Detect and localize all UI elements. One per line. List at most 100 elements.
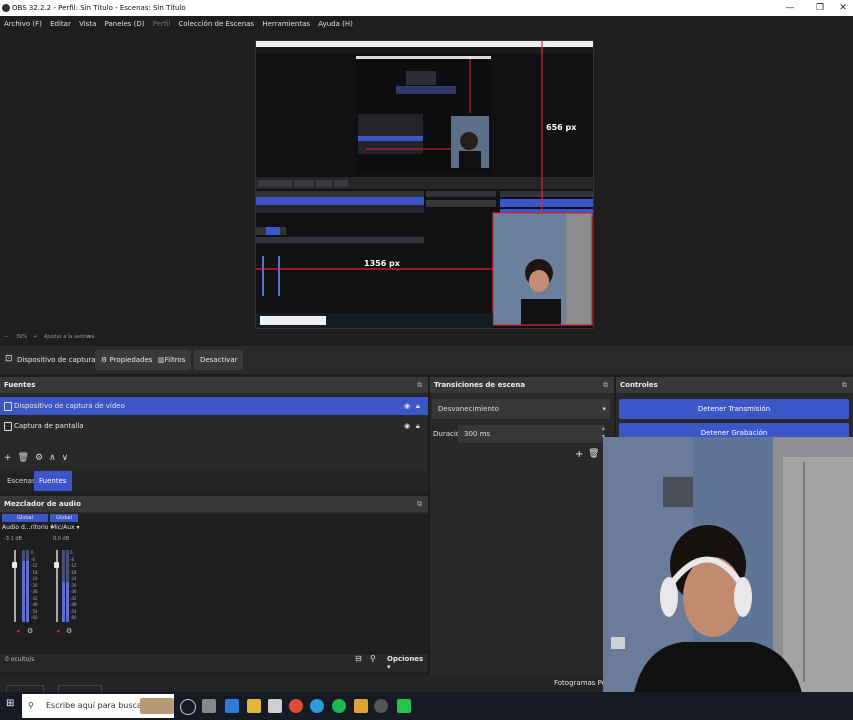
cortana-icon[interactable] (180, 699, 196, 715)
trash-icon[interactable]: 🗑︎ (18, 453, 35, 463)
options-button[interactable]: Opciones ▾ (387, 655, 428, 671)
db-tick-label: -18 (31, 570, 38, 575)
gear-icon[interactable]: ⚙ (27, 627, 33, 635)
add-transition-icon[interactable]: + (575, 449, 583, 460)
fit-window-label[interactable]: Ajustar a la ventana (44, 332, 94, 342)
menu-coleccion-escenas[interactable]: Colección de Escenas (179, 20, 255, 28)
mixer-layout-icon[interactable]: ⊟ (355, 654, 362, 663)
menu-vista[interactable]: Vista (79, 20, 96, 28)
whatsapp-icon[interactable] (397, 699, 411, 713)
lock-icon[interactable]: 🔒︎ (416, 397, 420, 415)
db-scale: 0 -6 -12 -18 -24 -30 -36 -42 -48 -54 -60 (70, 550, 82, 622)
channel-name-label: Mic/Aux (51, 524, 75, 531)
zoom-level: 39% (16, 334, 28, 340)
stop-streaming-button[interactable]: Detener Transmisión (619, 399, 849, 419)
file-explorer-icon[interactable] (247, 699, 261, 713)
mute-speaker-icon[interactable]: ◂ (16, 627, 20, 635)
level-meter (66, 550, 69, 622)
properties-label: Propiedades (109, 356, 153, 364)
transitions-header: Transiciones de escena ⧉ (430, 377, 614, 393)
controls-header: Controles ⧉ (616, 377, 853, 393)
maximize-button[interactable]: ❐ (810, 0, 830, 16)
transitions-title: Transiciones de escena (434, 381, 526, 389)
spotify-icon[interactable] (332, 699, 346, 713)
channel-badge: Global (50, 514, 78, 522)
level-fill (22, 560, 25, 622)
dock-float-icon[interactable]: ⧉ (603, 377, 608, 393)
camera-icon: ⊡ (5, 354, 13, 364)
menu-ayuda[interactable]: Ayuda (H) (318, 20, 353, 28)
move-up-icon[interactable]: ∧ (49, 453, 62, 463)
channel-badge: Global (2, 514, 48, 522)
dock-float-icon[interactable]: ⧉ (417, 496, 422, 512)
store-icon[interactable] (268, 699, 282, 713)
visibility-eye-icon[interactable]: ◉ (404, 417, 410, 435)
controls-dock: Controles ⧉ Detener Transmisión Detener G… (616, 377, 853, 443)
zoom-dropdown-icon[interactable]: ▾ (88, 332, 91, 342)
sources-toolbar: +🗑︎⚙∧∨ (4, 453, 74, 463)
source-toolbar: ⊡ Dispositivo de captura de v ⚙ Propieda… (0, 346, 853, 374)
preview-canvas[interactable]: 656 px 1356 px (255, 40, 594, 329)
search-placeholder: Escribe aquí para buscar. (46, 701, 147, 710)
channel-name[interactable]: Mic/Aux ▾ (51, 524, 80, 531)
source-item[interactable]: Dispositivo de captura de vídeo ◉ 🔒︎ (0, 397, 428, 415)
volume-slider-track[interactable] (56, 550, 58, 622)
volume-slider-handle[interactable] (54, 562, 59, 568)
minimize-button[interactable]: — (780, 0, 800, 16)
db-tick-label: -30 (31, 583, 38, 588)
start-icon[interactable]: ⊞ (6, 698, 14, 709)
mute-speaker-icon[interactable]: ◂ (56, 627, 60, 635)
mixer-header: Mezclador de audio ⧉ (0, 496, 428, 512)
volume-slider-track[interactable] (14, 550, 16, 622)
level-fill (66, 582, 69, 622)
level-meter (22, 550, 25, 622)
transition-select[interactable]: Desvanecimiento ▾ (432, 399, 610, 419)
db-tick-label: -6 (70, 557, 74, 562)
db-tick-label: -42 (31, 596, 38, 601)
move-down-icon[interactable]: ∨ (62, 453, 75, 463)
add-icon[interactable]: + (4, 453, 18, 463)
source-item[interactable]: Captura de pantalla ◉ 🔒︎ (0, 417, 428, 435)
lock-icon[interactable]: 🔒︎ (416, 417, 420, 435)
gear-icon[interactable]: ⚙ (66, 627, 72, 635)
db-tick-label: -18 (70, 570, 77, 575)
chrome-icon[interactable] (289, 699, 303, 713)
db-tick-label: -24 (70, 576, 77, 581)
volume-slider-handle[interactable] (12, 562, 17, 568)
task-view-icon[interactable] (202, 699, 216, 713)
menu-herramientas[interactable]: Herramientas (262, 20, 310, 28)
filters-button[interactable]: ▥Filtros (152, 350, 192, 370)
db-tick-label: -60 (31, 615, 38, 620)
visibility-eye-icon[interactable]: ◉ (404, 397, 410, 415)
edge-icon[interactable] (310, 699, 324, 713)
tab-fuentes[interactable]: Fuentes (34, 471, 72, 491)
title-bar: OBS 32.2.2 - Perfil: Sin Título - Escena… (0, 0, 853, 16)
trash-icon[interactable]: 🗑︎ (588, 449, 599, 459)
menu-bar: Archivo (F) Editar Vista Paneles (D) Per… (0, 16, 853, 32)
app-icon[interactable] (354, 699, 368, 713)
gear-icon[interactable]: ⚙ (35, 453, 49, 463)
deactivate-button[interactable]: Desactivar (194, 350, 244, 370)
menu-paneles[interactable]: Paneles (D) (105, 20, 145, 28)
db-tick-label: -42 (70, 596, 77, 601)
duration-input[interactable]: 300 ms (458, 425, 604, 443)
menu-archivo[interactable]: Archivo (F) (4, 20, 42, 28)
link-icon[interactable]: ⚲ (370, 654, 376, 663)
zoom-bar: − 39% + Ajustar a la ventana ▾ (0, 332, 853, 342)
dock-float-icon[interactable]: ⧉ (417, 377, 422, 393)
db-tick-label: -30 (70, 583, 77, 588)
taskbar-search[interactable]: ⚲ Escribe aquí para buscar. (22, 694, 174, 718)
width-measure-label: 1356 px (364, 259, 400, 268)
db-tick-label: -48 (31, 602, 38, 607)
obs-taskbar-icon[interactable] (374, 699, 388, 713)
mail-icon[interactable] (225, 699, 239, 713)
channel-name[interactable]: Audio d...ritorio ▾ (2, 524, 53, 531)
db-tick-label: -12 (70, 563, 77, 568)
dock-float-icon[interactable]: ⧉ (842, 377, 847, 393)
zoom-out-button[interactable]: − (4, 332, 8, 342)
menu-editar[interactable]: Editar (50, 20, 71, 28)
properties-button[interactable]: ⚙ Propiedades (95, 350, 159, 370)
source-item-label: Dispositivo de captura de vídeo (14, 402, 125, 410)
close-button[interactable]: ✕ (833, 0, 853, 16)
zoom-in-button[interactable]: + (33, 332, 37, 342)
